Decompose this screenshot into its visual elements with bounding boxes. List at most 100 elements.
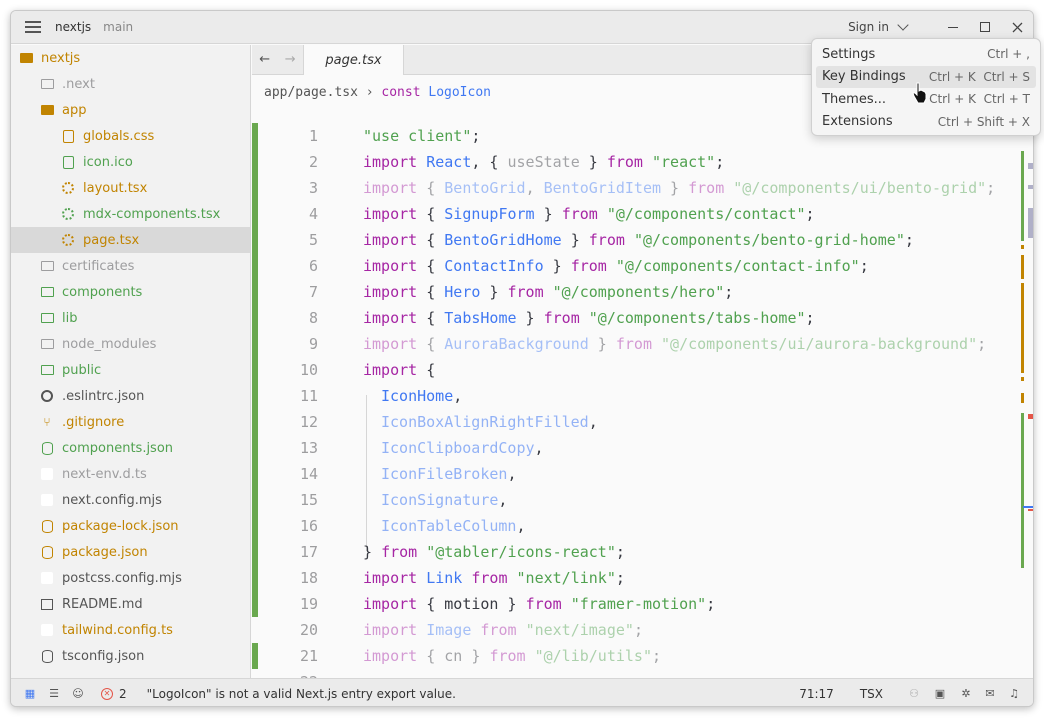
tree-item[interactable]: nextjs xyxy=(11,45,250,71)
code-token: { xyxy=(417,179,445,197)
tree-item[interactable]: components xyxy=(11,279,250,305)
code-token: "@/components/ui/aurora-background" xyxy=(661,335,978,353)
tree-item-label: postcss.config.mjs xyxy=(62,570,182,586)
code-line[interactable]: 8 import { TabsHome } from "@/components/… xyxy=(252,305,1033,331)
chat-icon[interactable]: ✉ xyxy=(983,687,997,701)
tree-item[interactable]: page.tsx xyxy=(11,227,250,253)
code-area[interactable]: 1 "use client"; 2 import React, { useState … xyxy=(252,123,1033,678)
tree-item[interactable]: app xyxy=(11,97,250,123)
code-line[interactable]: 12 IconBoxAlignRightFilled, xyxy=(252,409,1033,435)
tree-item[interactable]: js postcss.config.mjs xyxy=(11,565,250,591)
breadcrumb[interactable]: app/page.tsx › const LogoIcon xyxy=(264,85,491,100)
branch-name[interactable]: main xyxy=(103,20,133,34)
tree-item[interactable]: ts next-env.d.ts xyxy=(11,461,250,487)
outline-icon[interactable]: ☰ xyxy=(47,687,61,701)
close-icon xyxy=(1012,22,1022,32)
menu-item-settings[interactable]: Settings Ctrl + , xyxy=(816,43,1036,66)
tree-item[interactable]: package-lock.json xyxy=(11,513,250,539)
tree-item-label: app xyxy=(62,102,87,118)
menu-item-extensions[interactable]: Extensions Ctrl + Shift + X xyxy=(816,111,1036,134)
code-line[interactable]: 14 IconFileBroken, xyxy=(252,461,1033,487)
code-line[interactable]: 19 import { motion } from "framer-motion"… xyxy=(252,591,1033,617)
menu-icon[interactable] xyxy=(25,21,41,33)
code-token: from xyxy=(381,543,418,561)
back-arrow-icon[interactable]: ← xyxy=(259,52,270,67)
cursor-position[interactable]: 71:17 xyxy=(799,687,834,701)
code-line[interactable]: 7 import { Hero } from "@/components/hero… xyxy=(252,279,1033,305)
code-token: "@/components/contact-info" xyxy=(615,257,860,275)
code-line[interactable]: 10 import { xyxy=(252,357,1033,383)
code-text: import React, { useState } from "react"; xyxy=(363,149,724,175)
code-line[interactable]: 22 xyxy=(252,669,1033,678)
code-line[interactable]: 6 import { ContactInfo } from "@/componen… xyxy=(252,253,1033,279)
code-token: "@/components/bento-grid-home" xyxy=(633,231,905,249)
code-token: "framer-motion" xyxy=(570,595,707,613)
code-token: from xyxy=(606,153,643,171)
tab-page-tsx[interactable]: page.tsx xyxy=(304,45,404,75)
bell-icon[interactable]: ♫ xyxy=(1007,687,1021,701)
code-token: { xyxy=(417,283,445,301)
assistant-icon[interactable]: ✲ xyxy=(959,687,973,701)
code-token: IconHome xyxy=(381,387,454,405)
ts-file-icon: ts xyxy=(40,623,54,637)
forward-arrow-icon[interactable]: → xyxy=(285,52,296,67)
code-line[interactable]: 2 import React, { useState } from "react"… xyxy=(252,149,1033,175)
mouse-pointer-icon xyxy=(912,82,927,104)
code-line[interactable]: 5 import { BentoGridHome } from "@/compon… xyxy=(252,227,1033,253)
error-icon[interactable]: ✕ xyxy=(101,687,113,700)
tree-item[interactable]: js next.config.mjs xyxy=(11,487,250,513)
code-line[interactable]: 9 import { AuroraBackground } from "@/com… xyxy=(252,331,1033,357)
code-line[interactable]: 11 IconHome, xyxy=(252,383,1033,409)
language-selector[interactable]: TSX xyxy=(860,687,883,701)
tree-item[interactable]: certificates xyxy=(11,253,250,279)
tree-item[interactable]: .eslintrc.json xyxy=(11,383,250,409)
code-token: from xyxy=(570,257,607,275)
terminal-icon[interactable]: ▣ xyxy=(933,687,947,701)
tree-item[interactable]: tsconfig.json xyxy=(11,643,250,669)
tree-item[interactable]: node_modules xyxy=(11,331,250,357)
code-line[interactable]: 16 IconTableColumn, xyxy=(252,513,1033,539)
project-panel-icon[interactable]: ▦ xyxy=(23,687,37,701)
code-line[interactable]: 13 IconClipboardCopy, xyxy=(252,435,1033,461)
tree-item[interactable]: lib xyxy=(11,305,250,331)
tree-item[interactable]: ts tailwind.config.ts xyxy=(11,617,250,643)
code-line[interactable]: 20 import Image from "next/image"; xyxy=(252,617,1033,643)
diagnostic-message[interactable]: "LogoIcon" is not a valid Next.js entry … xyxy=(147,687,456,701)
line-number: 15 xyxy=(299,491,318,509)
database-file-icon xyxy=(40,441,54,455)
copilot-icon[interactable]: ⚇ xyxy=(907,687,921,701)
git-diff-marker xyxy=(252,279,258,305)
code-token: "next/image" xyxy=(525,621,634,639)
sign-in-button[interactable]: Sign in xyxy=(848,20,889,34)
tree-item[interactable]: public xyxy=(11,357,250,383)
tree-item[interactable]: layout.tsx xyxy=(11,175,250,201)
tree-item[interactable]: mdx-components.tsx xyxy=(11,201,250,227)
tree-item[interactable]: ⑂ .gitignore xyxy=(11,409,250,435)
code-line[interactable]: 15 IconSignature, xyxy=(252,487,1033,513)
code-line[interactable]: 3 import { BentoGrid, BentoGridItem } fro… xyxy=(252,175,1033,201)
code-line[interactable]: 4 import { SignupForm } from "@/component… xyxy=(252,201,1033,227)
tree-item-label: mdx-components.tsx xyxy=(83,206,221,222)
code-text: import { TabsHome } from "@/components/t… xyxy=(363,305,815,331)
line-number: 18 xyxy=(299,569,318,587)
code-token: ; xyxy=(652,647,662,665)
collab-icon[interactable]: ☺ xyxy=(71,687,85,701)
line-number: 16 xyxy=(299,517,318,535)
line-number: 21 xyxy=(299,647,318,665)
tree-item[interactable]: components.json xyxy=(11,435,250,461)
tree-item[interactable]: icon.ico xyxy=(11,149,250,175)
tree-item[interactable]: package.json xyxy=(11,539,250,565)
code-line[interactable]: 18 import Link from "next/link"; xyxy=(252,565,1033,591)
code-text: IconSignature, xyxy=(381,487,507,513)
error-count[interactable]: 2 xyxy=(119,687,127,701)
tree-item[interactable]: globals.css xyxy=(11,123,250,149)
scrollbar-markers[interactable] xyxy=(1021,123,1034,678)
project-name[interactable]: nextjs xyxy=(55,20,91,34)
code-token: "@/components/contact" xyxy=(606,205,806,223)
code-line[interactable]: 21 import { cn } from "@/lib/utils"; xyxy=(252,643,1033,669)
chevron-down-icon[interactable] xyxy=(897,19,909,31)
tree-item[interactable]: README.md xyxy=(11,591,250,617)
code-token: ; xyxy=(724,283,734,301)
tree-item[interactable]: .next xyxy=(11,71,250,97)
code-line[interactable]: 17} from "@tabler/icons-react"; xyxy=(252,539,1033,565)
